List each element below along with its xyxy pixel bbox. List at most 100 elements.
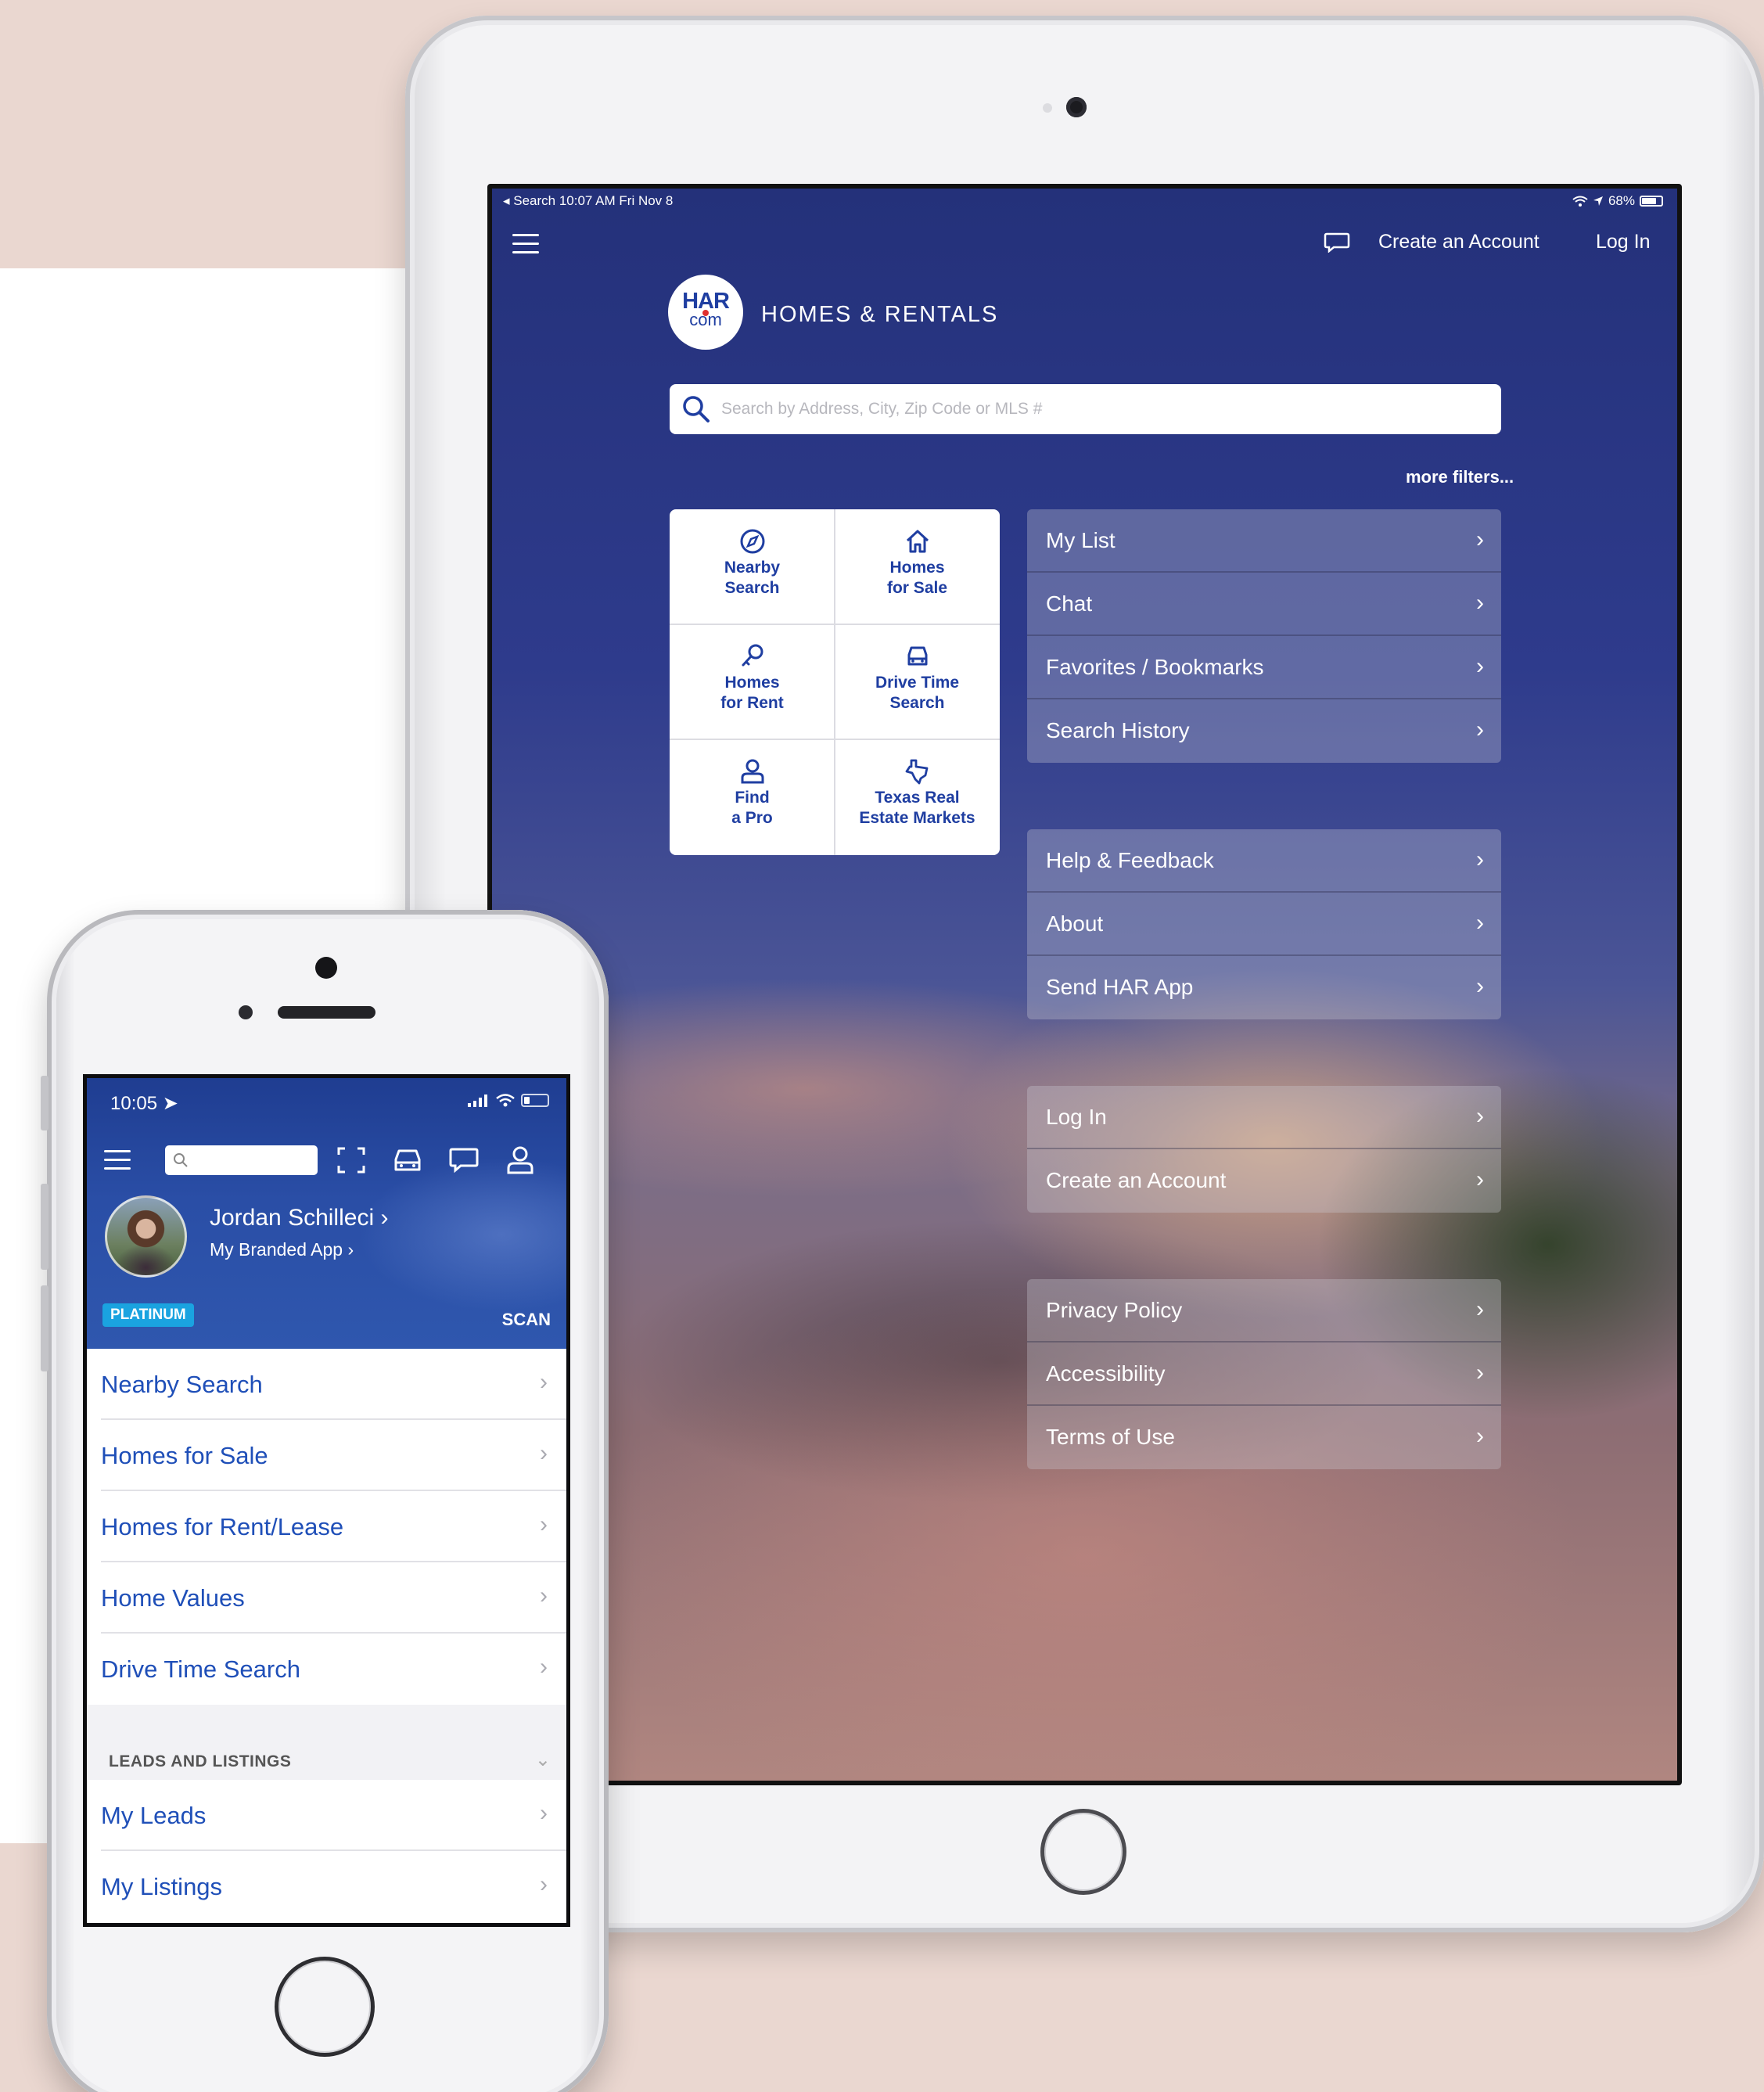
battery-icon <box>521 1094 549 1107</box>
menu-item-log-in[interactable]: Log In › <box>1027 1086 1501 1149</box>
har-logo[interactable]: HAR com <box>668 275 743 350</box>
menu-item-privacy-policy[interactable]: Privacy Policy › <box>1027 1279 1501 1343</box>
volume-up-button <box>41 1184 49 1270</box>
leads-menu-list: My Leads › My Listings › <box>87 1780 566 1922</box>
hamburger-icon[interactable] <box>104 1150 131 1170</box>
menu-item-accessibility[interactable]: Accessibility › <box>1027 1343 1501 1406</box>
mute-switch <box>41 1076 49 1130</box>
list-item-my-leads[interactable]: My Leads › <box>101 1780 566 1851</box>
location-icon <box>1593 196 1603 206</box>
compass-icon <box>740 529 764 554</box>
menu-item-chat[interactable]: Chat › <box>1027 573 1501 636</box>
menu-item-label: Log In <box>1046 1105 1107 1129</box>
menu-item-my-list[interactable]: My List › <box>1027 509 1501 573</box>
tile-homes-for-rent[interactable]: Homes for Rent <box>670 624 835 739</box>
menu-group-legal: Privacy Policy › Accessibility › Terms of … <box>1027 1279 1501 1469</box>
tile-label-2: Estate Markets <box>859 809 975 827</box>
tile-label-2: Search <box>889 694 945 712</box>
section-header-leads[interactable]: LEADS AND LISTINGS ⌄ <box>87 1709 566 1780</box>
menu-group-login: Log In › Create an Account › <box>1027 1086 1501 1213</box>
search-input[interactable] <box>165 1145 318 1175</box>
chevron-right-icon: › <box>1476 717 1484 742</box>
iphone-screen: 10:05 ➤ Jordan Schilleci › My Branded Ap… <box>83 1074 570 1927</box>
chat-icon[interactable] <box>448 1145 480 1175</box>
menu-item-favorites[interactable]: Favorites / Bookmarks › <box>1027 636 1501 699</box>
wifi-icon <box>496 1094 515 1107</box>
list-item-label: My Listings <box>101 1873 223 1900</box>
ipad-home-button[interactable] <box>1040 1809 1126 1895</box>
location-icon: ➤ <box>162 1093 178 1114</box>
list-item-label: Homes for Sale <box>101 1442 268 1469</box>
menu-item-create-account[interactable]: Create an Account › <box>1027 1149 1501 1213</box>
profile-name-row[interactable]: Jordan Schilleci › <box>210 1205 388 1231</box>
list-item-drive-time-search[interactable]: Drive Time Search › <box>101 1634 566 1705</box>
list-item-label: Nearby Search <box>101 1371 263 1398</box>
search-placeholder: Search by Address, City, Zip Code or MLS… <box>721 400 1043 418</box>
house-icon <box>906 530 929 553</box>
ipad-camera <box>1066 97 1087 117</box>
chevron-right-icon: › <box>1476 1296 1484 1322</box>
scan-button[interactable]: SCAN <box>502 1310 551 1330</box>
car-icon[interactable] <box>392 1145 423 1175</box>
list-item-nearby-search[interactable]: Nearby Search › <box>101 1349 566 1420</box>
chevron-right-icon: › <box>540 1583 548 1609</box>
menu-item-label: Privacy Policy <box>1046 1298 1183 1322</box>
list-item-homes-for-rent[interactable]: Homes for Rent/Lease › <box>101 1491 566 1562</box>
tile-texas-markets[interactable]: Texas Real Estate Markets <box>835 739 1000 854</box>
menu-item-send-har-app[interactable]: Send HAR App › <box>1027 956 1501 1019</box>
car-icon <box>907 646 927 666</box>
list-item-home-values[interactable]: Home Values › <box>101 1562 566 1634</box>
tile-label-2: for Sale <box>886 579 948 597</box>
iphone-speaker <box>278 1006 375 1019</box>
hamburger-icon[interactable] <box>512 234 539 254</box>
tile-homes-for-sale[interactable]: Homes for Sale <box>835 509 1000 624</box>
chat-icon[interactable] <box>1324 232 1350 253</box>
scan-frame-icon[interactable] <box>336 1145 367 1175</box>
ipad-sensor <box>1043 103 1052 113</box>
status-badge: PLATINUM <box>102 1303 194 1327</box>
tile-label-1: Drive Time <box>875 674 959 692</box>
chevron-right-icon: › <box>1476 1166 1484 1192</box>
user-icon[interactable] <box>505 1145 536 1175</box>
tile-label-1: Homes <box>889 559 945 577</box>
chevron-right-icon: › <box>540 1511 548 1537</box>
person-icon <box>741 759 763 784</box>
menu-item-terms-of-use[interactable]: Terms of Use › <box>1027 1406 1501 1469</box>
tile-drive-time-search[interactable]: Drive Time Search <box>835 624 1000 739</box>
chevron-right-icon: › <box>1476 973 1484 999</box>
status-bar: ◂ Search 10:07 AM Fri Nov 8 68% <box>492 189 1677 212</box>
menu-item-label: Send HAR App <box>1046 975 1194 999</box>
tile-nearby-search[interactable]: Nearby Search <box>670 509 835 624</box>
login-link[interactable]: Log In <box>1596 231 1651 253</box>
menu-item-help-feedback[interactable]: Help & Feedback › <box>1027 829 1501 893</box>
chevron-right-icon: › <box>540 1800 548 1826</box>
more-filters-link[interactable]: more filters... <box>1406 467 1514 487</box>
texas-icon <box>905 759 928 785</box>
menu-item-search-history[interactable]: Search History › <box>1027 699 1501 763</box>
tile-label-1: Texas Real <box>875 789 960 807</box>
chevron-right-icon: › <box>380 1205 389 1231</box>
list-item-homes-for-sale[interactable]: Homes for Sale › <box>101 1420 566 1491</box>
search-input[interactable]: Search by Address, City, Zip Code or MLS… <box>670 384 1501 434</box>
list-item-my-listings[interactable]: My Listings › <box>101 1851 566 1922</box>
battery-icon <box>1640 196 1663 207</box>
search-icon <box>683 396 710 422</box>
menu-item-label: About <box>1046 911 1104 936</box>
menu-item-label: My List <box>1046 528 1116 552</box>
menu-item-label: Terms of Use <box>1046 1425 1175 1449</box>
status-right: 68% <box>1572 193 1663 209</box>
avatar[interactable] <box>105 1195 187 1278</box>
tile-find-a-pro[interactable]: Find a Pro <box>670 739 835 854</box>
profile-subtitle-row[interactable]: My Branded App › <box>210 1239 354 1260</box>
iphone-camera <box>315 957 337 979</box>
menu-item-label: Accessibility <box>1046 1361 1166 1386</box>
chevron-right-icon: › <box>1476 1360 1484 1386</box>
iphone-home-button[interactable] <box>275 1957 375 2057</box>
chevron-right-icon: › <box>540 1871 548 1897</box>
iphone-device: 10:05 ➤ Jordan Schilleci › My Branded Ap… <box>41 910 609 2092</box>
menu-item-about[interactable]: About › <box>1027 893 1501 956</box>
list-item-label: Drive Time Search <box>101 1655 300 1683</box>
main-menu-list: Nearby Search › Homes for Sale › Homes for… <box>87 1349 566 1705</box>
brand-title: HOMES & RENTALS <box>761 302 999 327</box>
create-account-link[interactable]: Create an Account <box>1378 231 1539 253</box>
